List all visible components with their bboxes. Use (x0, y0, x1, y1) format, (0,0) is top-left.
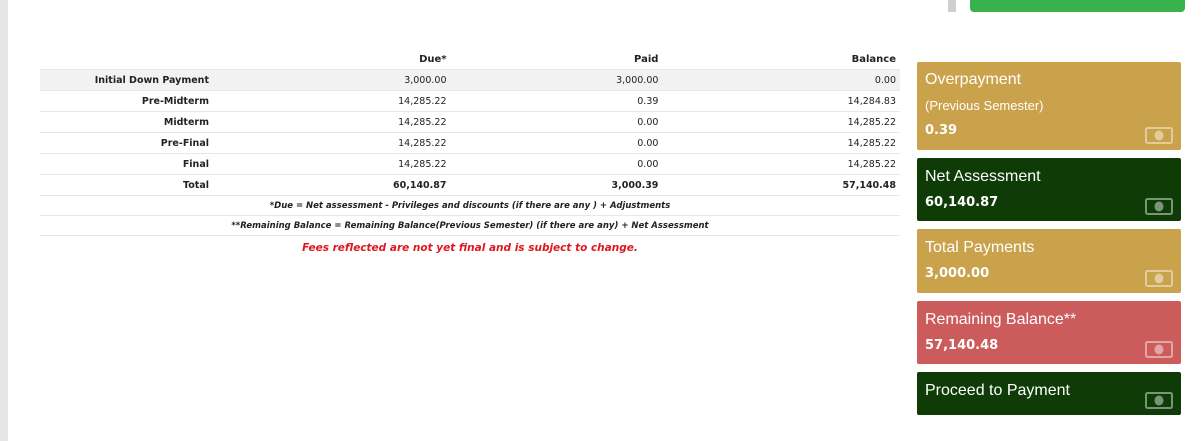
money-bill-icon (1145, 198, 1173, 215)
row-due: 14,285.22 (213, 132, 451, 154)
scroll-indicator (948, 0, 956, 12)
row-balance: 14,284.83 (662, 90, 900, 112)
card-title: Total Payments (925, 239, 1035, 256)
row-paid: 0.00 (450, 153, 663, 175)
header-label (40, 50, 213, 70)
table-row: Midterm 14,285.22 0.00 14,285.22 (40, 111, 900, 133)
money-bill-icon (1145, 270, 1173, 287)
row-label: Final (40, 153, 213, 175)
row-label: Initial Down Payment (40, 69, 213, 91)
row-due: 14,285.22 (213, 90, 451, 112)
disclaimer-text: Fees reflected are not yet final and is … (40, 235, 900, 260)
balance-footnote: **Remaining Balance = Remaining Balance(… (40, 215, 900, 236)
card-value: 3,000.00 (925, 266, 990, 281)
card-title: Net Assessment (925, 168, 1041, 185)
card-value: 0.39 (925, 123, 958, 138)
money-bill-icon (1145, 341, 1173, 358)
top-action-button[interactable] (970, 0, 1185, 12)
row-due: 14,285.22 (213, 153, 451, 175)
overpayment-card: Overpayment (Previous Semester) 0.39 (917, 62, 1181, 150)
row-balance: 14,285.22 (662, 153, 900, 175)
table-header-row: Due* Paid Balance (40, 50, 900, 70)
row-balance: 0.00 (662, 69, 900, 91)
row-paid: 0.00 (450, 111, 663, 133)
card-value: 57,140.48 (925, 338, 999, 353)
row-balance: 14,285.22 (662, 111, 900, 133)
total-balance: 57,140.48 (662, 174, 900, 196)
header-due: Due* (419, 53, 447, 65)
left-gutter (0, 0, 8, 441)
row-due: 3,000.00 (213, 69, 451, 91)
money-bill-icon (1145, 392, 1173, 409)
note-row: **Remaining Balance = Remaining Balance(… (40, 215, 900, 236)
disclaimer-row: Fees reflected are not yet final and is … (40, 235, 900, 260)
remaining-balance-card: Remaining Balance** 57,140.48 (917, 301, 1181, 364)
total-payments-card: Total Payments 3,000.00 (917, 229, 1181, 293)
total-label: Total (40, 174, 213, 196)
card-subtitle: (Previous Semester) (925, 98, 1044, 113)
row-balance: 14,285.22 (662, 132, 900, 154)
row-label: Pre-Final (40, 132, 213, 154)
card-value: 60,140.87 (925, 195, 999, 210)
button-label: Proceed to Payment (925, 382, 1070, 399)
due-footnote: *Due = Net assessment - Privileges and d… (40, 195, 900, 216)
total-row: Total 60,140.87 3,000.39 57,140.48 (40, 174, 900, 196)
table-row: Pre-Midterm 14,285.22 0.39 14,284.83 (40, 90, 900, 112)
row-paid: 3,000.00 (450, 69, 663, 91)
table-row: Initial Down Payment 3,000.00 3,000.00 0… (40, 69, 900, 91)
proceed-to-payment-button[interactable]: Proceed to Payment (917, 372, 1181, 415)
row-label: Midterm (40, 111, 213, 133)
header-balance: Balance (851, 53, 896, 65)
row-paid: 0.39 (450, 90, 663, 112)
table-row: Final 14,285.22 0.00 14,285.22 (40, 153, 900, 175)
table-row: Pre-Final 14,285.22 0.00 14,285.22 (40, 132, 900, 154)
card-title: Remaining Balance** (925, 311, 1077, 328)
note-row: *Due = Net assessment - Privileges and d… (40, 195, 900, 216)
card-title: Overpayment (925, 71, 1022, 88)
header-paid: Paid (634, 53, 659, 65)
row-label: Pre-Midterm (40, 90, 213, 112)
row-paid: 0.00 (450, 132, 663, 154)
total-due: 60,140.87 (213, 174, 451, 196)
money-bill-icon (1145, 127, 1173, 144)
row-due: 14,285.22 (213, 111, 451, 133)
fees-table: Due* Paid Balance Initial Down Payment 3… (40, 50, 900, 260)
net-assessment-card: Net Assessment 60,140.87 (917, 158, 1181, 221)
total-paid: 3,000.39 (450, 174, 663, 196)
